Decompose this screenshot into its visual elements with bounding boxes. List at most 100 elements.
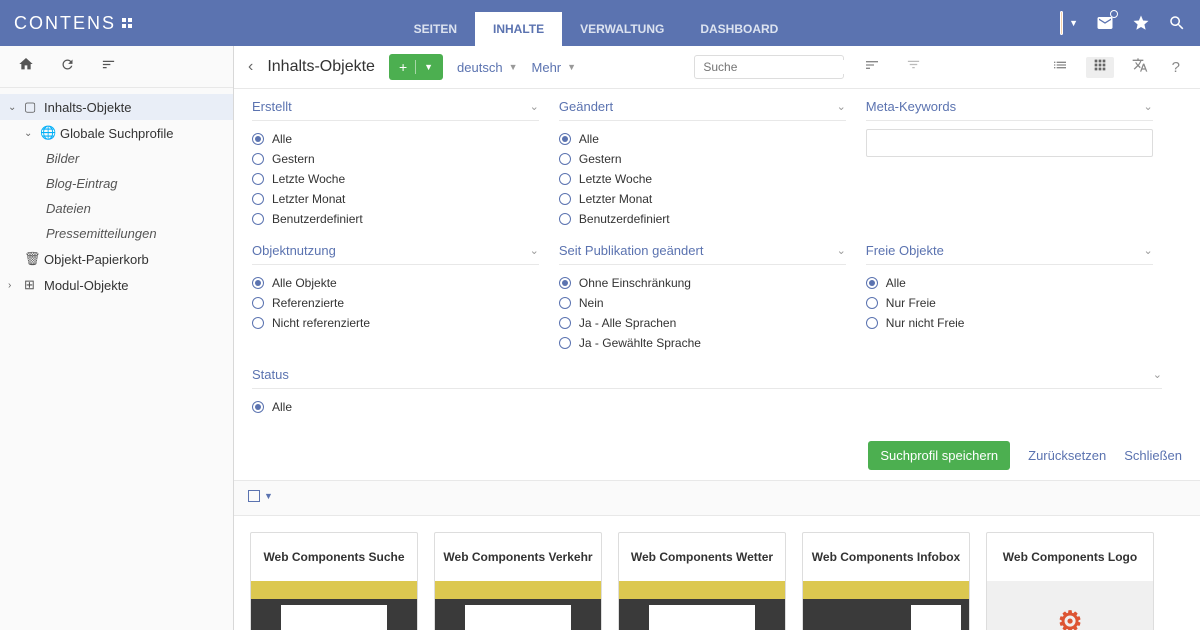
radio-icon — [559, 277, 571, 289]
filter-actions: Suchprofil speichern Zurücksetzen Schlie… — [234, 431, 1200, 481]
save-profile-button[interactable]: Suchprofil speichern — [868, 441, 1010, 470]
settings-icon[interactable] — [101, 57, 116, 77]
box-icon: ▢ — [24, 99, 38, 115]
content-card[interactable]: Web Components Wetter — [618, 532, 786, 630]
radio-option[interactable]: Ohne Einschränkung — [559, 273, 846, 293]
filter-seit_pub: Seit Publikation geändert⌄ Ohne Einschrän… — [559, 243, 866, 353]
sidebar-item[interactable]: ⌄▢Inhalts-Objekte — [0, 94, 233, 120]
add-button[interactable]: + ▼ — [389, 54, 443, 80]
radio-option[interactable]: Benutzerdefiniert — [559, 209, 846, 229]
radio-icon — [252, 153, 264, 165]
tab-verwaltung[interactable]: VERWALTUNG — [562, 12, 682, 46]
radio-icon — [559, 317, 571, 329]
radio-option[interactable]: Alle — [866, 273, 1153, 293]
card-title: Web Components Wetter — [619, 533, 785, 581]
radio-icon — [252, 133, 264, 145]
radio-option[interactable]: Nur Freie — [866, 293, 1153, 313]
radio-icon — [559, 337, 571, 349]
search-icon[interactable] — [1168, 14, 1186, 32]
radio-option[interactable]: Letzte Woche — [559, 169, 846, 189]
refresh-icon[interactable] — [60, 57, 75, 77]
filter-status: Status⌄ Alle — [252, 367, 1182, 417]
card-title: Web Components Logo — [987, 533, 1153, 581]
content-card[interactable]: Web Components Suche — [250, 532, 418, 630]
radio-icon — [559, 193, 571, 205]
radio-icon — [252, 173, 264, 185]
radio-option[interactable]: Ja - Gewählte Sprache — [559, 333, 846, 353]
sidebar-item[interactable]: Blog-Eintrag — [0, 171, 233, 196]
radio-option[interactable]: Nein — [559, 293, 846, 313]
radio-option[interactable]: Letzte Woche — [252, 169, 539, 189]
radio-option[interactable]: Benutzerdefiniert — [252, 209, 539, 229]
filter-header[interactable]: Status⌄ — [252, 367, 1162, 389]
sidebar-item[interactable]: 🗑Objekt-Papierkorb — [0, 246, 233, 272]
filter-toggle-icon[interactable] — [858, 57, 886, 78]
radio-icon — [252, 213, 264, 225]
logo-dots-icon — [122, 18, 132, 28]
chevron-down-icon: ⌄ — [837, 244, 846, 257]
radio-option[interactable]: Nur nicht Freie — [866, 313, 1153, 333]
back-button[interactable]: ‹ — [248, 58, 253, 76]
radio-option[interactable]: Letzter Monat — [559, 189, 846, 209]
radio-option[interactable]: Nicht referenzierte — [252, 313, 539, 333]
help-icon[interactable]: ? — [1166, 59, 1186, 76]
filter-freie: Freie Objekte⌄ AlleNur FreieNur nicht Fre… — [866, 243, 1173, 353]
language-dropdown[interactable]: deutsch▼ — [457, 60, 517, 75]
reset-button[interactable]: Zurücksetzen — [1028, 448, 1106, 463]
content-card[interactable]: Web Components Verkehr — [434, 532, 602, 630]
radio-option[interactable]: Alle — [252, 397, 1162, 417]
tab-dashboard[interactable]: DASHBOARD — [682, 12, 796, 46]
radio-option[interactable]: Alle — [252, 129, 539, 149]
card-title: Web Components Infobox — [803, 533, 969, 581]
radio-option[interactable]: Gestern — [252, 149, 539, 169]
filter-header[interactable]: Seit Publikation geändert⌄ — [559, 243, 846, 265]
list-view-icon[interactable] — [1046, 57, 1074, 78]
radio-option[interactable]: Ja - Alle Sprachen — [559, 313, 846, 333]
content-card[interactable]: Web Components Infobox — [802, 532, 970, 630]
filter-meta: Meta-Keywords⌄ — [866, 99, 1173, 229]
radio-icon — [866, 297, 878, 309]
radio-option[interactable]: Gestern — [559, 149, 846, 169]
radio-option[interactable]: Letzter Monat — [252, 189, 539, 209]
nav-tabs: SEITEN INHALTE VERWALTUNG DASHBOARD — [396, 0, 797, 46]
filter-header[interactable]: Erstellt⌄ — [252, 99, 539, 121]
selection-bar: ▼ — [234, 481, 1200, 516]
grid-view-icon[interactable] — [1086, 57, 1114, 78]
tab-inhalte[interactable]: INHALTE — [475, 12, 562, 46]
translate-icon[interactable] — [1126, 57, 1154, 78]
select-all-checkbox[interactable]: ▼ — [248, 490, 273, 502]
sidebar-item[interactable]: ⌄🌐Globale Suchprofile — [0, 120, 233, 146]
sidebar-item[interactable]: Dateien — [0, 196, 233, 221]
meta-keywords-input[interactable] — [866, 129, 1153, 157]
radio-icon — [252, 193, 264, 205]
radio-icon — [252, 277, 264, 289]
filter-erstellt: Erstellt⌄ AlleGesternLetzte WocheLetzter … — [252, 99, 559, 229]
home-icon[interactable] — [18, 56, 34, 77]
header-actions: ▼ — [1060, 14, 1186, 32]
filter-header[interactable]: Freie Objekte⌄ — [866, 243, 1153, 265]
filter-objektnutzung: Objektnutzung⌄ Alle ObjekteReferenzierteN… — [252, 243, 559, 353]
radio-option[interactable]: Referenzierte — [252, 293, 539, 313]
brand-logo[interactable]: CONTENS — [14, 13, 132, 34]
sidebar-item[interactable]: Pressemitteilungen — [0, 221, 233, 246]
filter-header[interactable]: Meta-Keywords⌄ — [866, 99, 1153, 121]
close-button[interactable]: Schließen — [1124, 448, 1182, 463]
notifications-icon[interactable] — [1096, 14, 1114, 32]
user-menu[interactable]: ▼ — [1060, 14, 1078, 32]
sidebar-item[interactable]: ›⊞Modul-Objekte — [0, 272, 233, 298]
radio-option[interactable]: Alle — [559, 129, 846, 149]
main-header: CONTENS SEITEN INHALTE VERWALTUNG DASHBO… — [0, 0, 1200, 46]
content-card[interactable]: Web Components Logo⚙ — [986, 532, 1154, 630]
sidebar-item[interactable]: Bilder — [0, 146, 233, 171]
search-input[interactable] — [694, 55, 844, 79]
filters-panel: Erstellt⌄AlleGesternLetzte WocheLetzter … — [234, 89, 1200, 431]
filter-header[interactable]: Objektnutzung⌄ — [252, 243, 539, 265]
more-dropdown[interactable]: Mehr▼ — [532, 60, 577, 75]
favorites-icon[interactable] — [1132, 14, 1150, 32]
chevron-down-icon: ⌄ — [1153, 368, 1162, 381]
radio-option[interactable]: Alle Objekte — [252, 273, 539, 293]
tab-seiten[interactable]: SEITEN — [396, 12, 475, 46]
caret-icon: ⌄ — [8, 102, 18, 113]
filter-header[interactable]: Geändert⌄ — [559, 99, 846, 121]
funnel-icon[interactable] — [900, 57, 927, 77]
